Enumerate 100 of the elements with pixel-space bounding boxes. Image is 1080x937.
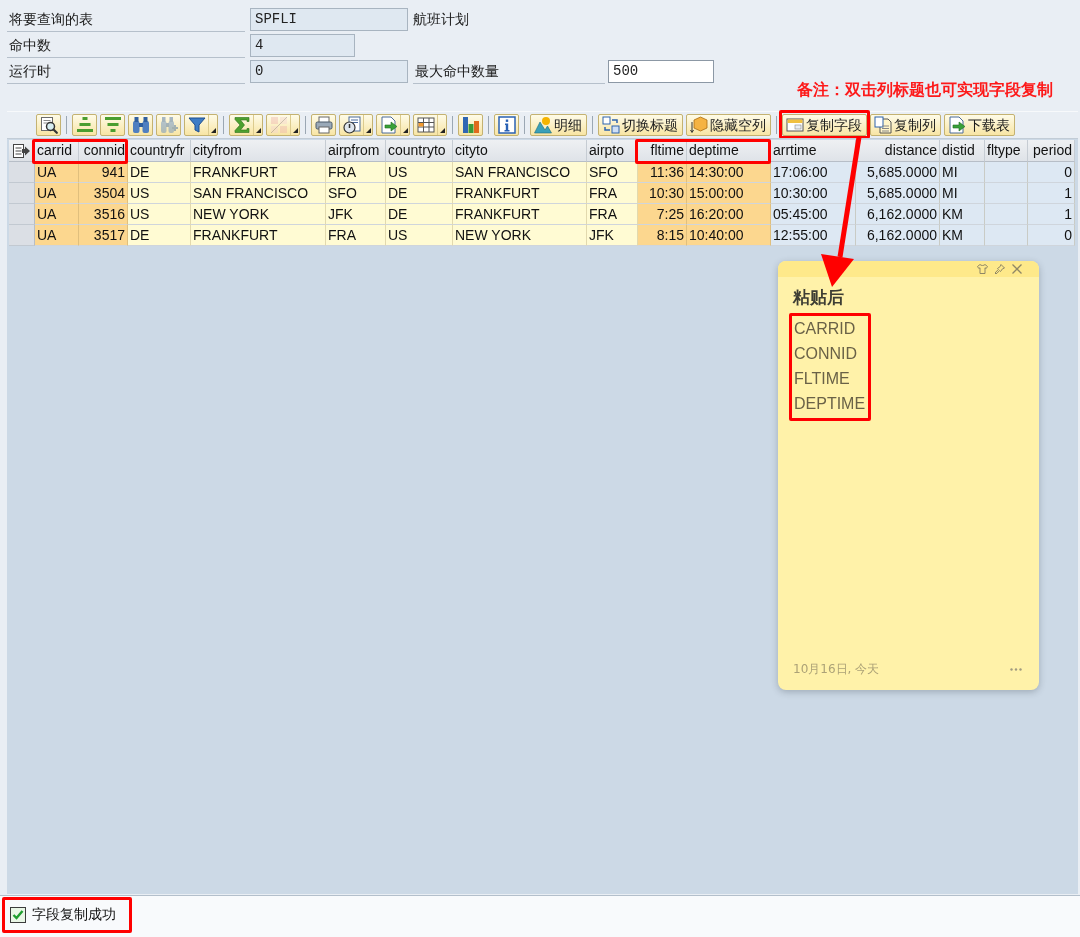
table-cell: DE xyxy=(128,225,191,246)
column-header[interactable]: cityfrom xyxy=(191,140,326,162)
table-cell: FRANKFURT xyxy=(191,162,326,183)
toolbar-button[interactable] xyxy=(184,114,218,136)
table-cell: 12:55:00 xyxy=(771,225,856,246)
more-icon[interactable] xyxy=(1010,668,1022,671)
document-arrow-icon xyxy=(379,116,398,134)
input-field[interactable]: 500 xyxy=(608,60,714,83)
table-cell: 10:30:00 xyxy=(771,183,856,204)
field-description: 航班计划 xyxy=(413,10,469,29)
close-icon[interactable] xyxy=(1012,264,1022,274)
shirt-icon[interactable] xyxy=(977,264,988,274)
table-cell: 14:30:00 xyxy=(687,162,771,183)
display-field: 4 xyxy=(250,34,355,57)
table-cell: 10:40:00 xyxy=(687,225,771,246)
column-header[interactable]: carrid xyxy=(35,140,79,162)
table-cell: 16:20:00 xyxy=(687,204,771,225)
table-cell: US xyxy=(128,183,191,204)
binoculars-icon xyxy=(131,116,150,134)
table-cell: SAN FRANCISCO xyxy=(191,183,326,204)
toolbar-button[interactable] xyxy=(128,114,153,136)
table-cell: UA xyxy=(35,204,79,225)
table-cell: MI xyxy=(940,183,985,204)
table-cell: 1 xyxy=(1028,183,1075,204)
table-cell: US xyxy=(386,225,453,246)
swap-icon xyxy=(601,116,620,134)
table-cell: 6,162.0000 xyxy=(856,225,940,246)
table-cell: 11:36 xyxy=(638,162,687,183)
table-cell: KM xyxy=(940,225,985,246)
column-header[interactable]: airpfrom xyxy=(326,140,386,162)
note-line: CONNID xyxy=(794,344,859,364)
table-cell: 15:00:00 xyxy=(687,183,771,204)
caret-icon xyxy=(366,128,371,133)
table-cell: FRA xyxy=(587,204,638,225)
note-date: 10月16日, 今天 xyxy=(793,661,880,678)
column-header[interactable]: cityto xyxy=(453,140,587,162)
toolbar-button[interactable] xyxy=(36,114,61,136)
note-title: 粘贴后 xyxy=(793,287,844,307)
toolbar-button[interactable] xyxy=(413,114,447,136)
display-field: SPFLI xyxy=(250,8,408,31)
list-arrow-icon[interactable] xyxy=(13,143,30,158)
toolbar-button[interactable]: 复制列 xyxy=(870,114,941,136)
filter-icon xyxy=(187,116,206,134)
caret-icon xyxy=(211,128,216,133)
toolbar-button[interactable]: 明细 xyxy=(530,114,587,136)
table-cell: UA xyxy=(35,183,79,204)
table-cell: 8:15 xyxy=(638,225,687,246)
note-line: DEPTIME xyxy=(794,394,866,414)
annotation-note: 备注：双击列标题也可实现字段复制 xyxy=(797,81,1053,101)
table-cell: FRANKFURT xyxy=(191,225,326,246)
caret-icon xyxy=(440,128,445,133)
toolbar-button[interactable]: 隐藏空列 xyxy=(686,114,771,136)
caret-icon xyxy=(293,128,298,133)
column-header[interactable]: fltype xyxy=(985,140,1028,162)
column-header[interactable]: countryfr xyxy=(128,140,191,162)
column-header[interactable]: airpto xyxy=(587,140,638,162)
toolbar-button[interactable]: 切换标题 xyxy=(598,114,683,136)
table-cell: NEW YORK xyxy=(191,204,326,225)
table-cell: 6,162.0000 xyxy=(856,204,940,225)
info-icon xyxy=(497,116,516,134)
table-cell: SFO xyxy=(587,162,638,183)
document-arrow-icon xyxy=(947,116,966,134)
table-cell: FRA xyxy=(326,162,386,183)
window-icon xyxy=(785,116,804,134)
sort-ascending-icon xyxy=(75,116,94,134)
table-cell: JFK xyxy=(326,204,386,225)
hexagon-arrow-icon xyxy=(689,116,708,134)
toolbar-button[interactable] xyxy=(494,114,519,136)
table-cell: 3516 xyxy=(79,204,128,225)
table-cell: 1 xyxy=(1028,204,1075,225)
table-cell: NEW YORK xyxy=(453,225,587,246)
table-cell: FRANKFURT xyxy=(453,183,587,204)
field-label: 命中数 xyxy=(7,33,245,58)
table-cell: US xyxy=(128,204,191,225)
magnifier-icon xyxy=(39,116,58,134)
toolbar-button[interactable] xyxy=(339,114,373,136)
bar-chart-icon xyxy=(461,116,480,134)
pin-icon[interactable] xyxy=(995,264,1005,274)
binoculars-plus-icon xyxy=(159,116,178,134)
table-cell: 5,685.0000 xyxy=(856,162,940,183)
table-cell: SAN FRANCISCO xyxy=(453,162,587,183)
table-cell: UA xyxy=(35,225,79,246)
toolbar-button[interactable]: 下载表 xyxy=(944,114,1015,136)
column-header[interactable]: countryto xyxy=(386,140,453,162)
table-cell: DE xyxy=(386,183,453,204)
column-header[interactable]: arrtime xyxy=(771,140,856,162)
table-cell: FRA xyxy=(326,225,386,246)
crossed-grid-icon xyxy=(269,116,288,134)
table-cell: UA xyxy=(35,162,79,183)
table-cell: JFK xyxy=(587,225,638,246)
caret-icon xyxy=(403,128,408,133)
display-field: 0 xyxy=(250,60,408,83)
table-cell: 17:06:00 xyxy=(771,162,856,183)
column-header[interactable]: distance xyxy=(856,140,940,162)
column-header[interactable]: distid xyxy=(940,140,985,162)
column-header[interactable]: fltime xyxy=(638,140,687,162)
column-header[interactable]: period xyxy=(1028,140,1075,162)
document-icon xyxy=(873,116,892,134)
toolbar-button[interactable]: 复制字段 xyxy=(782,114,867,136)
toolbar-button[interactable] xyxy=(458,114,483,136)
